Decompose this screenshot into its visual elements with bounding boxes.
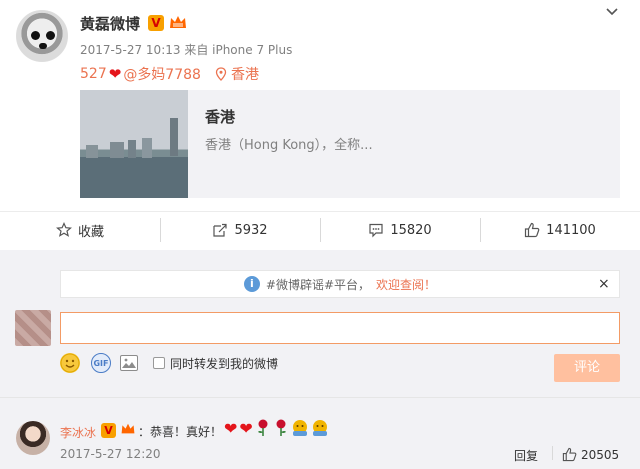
comment-like-count: 20505: [581, 447, 620, 462]
comment-emoji-group: ❤ ❤: [224, 419, 329, 438]
heart-icon: ❤: [224, 419, 238, 438]
verified-icon: V: [101, 423, 116, 438]
star-outline-icon: [56, 222, 72, 237]
notice-link[interactable]: 欢迎查阅！: [376, 276, 436, 293]
thumbs-up-icon: [562, 447, 577, 462]
card-description: 香港（Hong Kong），全称...: [205, 138, 373, 153]
rumor-notice: i #微博辟谣#平台， 欢迎查阅！: [60, 270, 620, 298]
rose-icon: [276, 419, 286, 436]
location-link[interactable]: 香港: [215, 64, 259, 84]
post-text-prefix: 527: [80, 66, 107, 82]
rose-icon: [257, 419, 268, 436]
author-name[interactable]: 黄磊微博: [80, 13, 140, 34]
heart-icon: ❤: [239, 419, 253, 438]
submit-comment-button[interactable]: 评论: [554, 354, 620, 382]
reply-button[interactable]: 回复: [514, 447, 538, 464]
location-pin-icon: [215, 67, 227, 81]
favorite-button[interactable]: 收藏: [0, 212, 160, 248]
mention-link[interactable]: @多妈7788: [123, 64, 201, 84]
info-icon: i: [243, 276, 260, 292]
heart-icon: ❤: [108, 65, 122, 83]
member-crown-icon: [120, 422, 136, 440]
card-title: 香港: [205, 108, 236, 126]
hug-emoji-icon: [292, 420, 307, 436]
author-avatar[interactable]: [16, 10, 68, 62]
repost-icon: [213, 223, 228, 237]
location-label: 香港: [230, 67, 259, 83]
like-count: 141100: [546, 222, 596, 238]
divider: [0, 397, 640, 398]
card-image: [80, 90, 188, 198]
thumbs-up-icon: [525, 222, 540, 238]
emoji-icon[interactable]: [60, 353, 80, 373]
comment-text: ：恭喜！真好！: [138, 425, 223, 439]
image-icon[interactable]: [120, 355, 138, 371]
commenter-name[interactable]: 李冰冰: [60, 424, 96, 441]
commenter-avatar[interactable]: [16, 421, 50, 455]
divider: [552, 446, 553, 460]
member-crown-icon: [168, 14, 188, 31]
hug-emoji-icon: [312, 420, 327, 436]
post-meta: 2017-5-27 10:13 来自 iPhone 7 Plus: [80, 43, 293, 57]
chevron-down-icon[interactable]: [604, 4, 620, 24]
comment-count: 15820: [390, 222, 432, 238]
comment-icon: [369, 223, 383, 238]
gif-icon[interactable]: GIF: [91, 353, 111, 373]
favorite-label: 收藏: [77, 224, 104, 240]
comment-like-button[interactable]: 20505: [562, 447, 619, 462]
repost-count: 5932: [234, 222, 268, 238]
notice-text: #微博辟谣#平台，: [265, 277, 371, 292]
forward-label: 同时转发到我的微博: [170, 357, 279, 371]
action-bar: 收藏 5932 15820 141100: [0, 212, 640, 248]
like-button[interactable]: 141100: [480, 212, 640, 248]
verified-icon: V: [148, 15, 164, 31]
comment-time: 2017-5-27 12:20: [60, 447, 161, 461]
post-text: 527 ❤ @多妈7788 香港: [80, 64, 259, 84]
comment-input[interactable]: [60, 312, 620, 344]
close-icon[interactable]: ×: [598, 276, 610, 292]
repost-button[interactable]: 5932: [160, 212, 320, 248]
current-user-avatar: [15, 310, 51, 346]
forward-checkbox[interactable]: [153, 357, 165, 369]
comment-button[interactable]: 15820: [320, 212, 480, 248]
